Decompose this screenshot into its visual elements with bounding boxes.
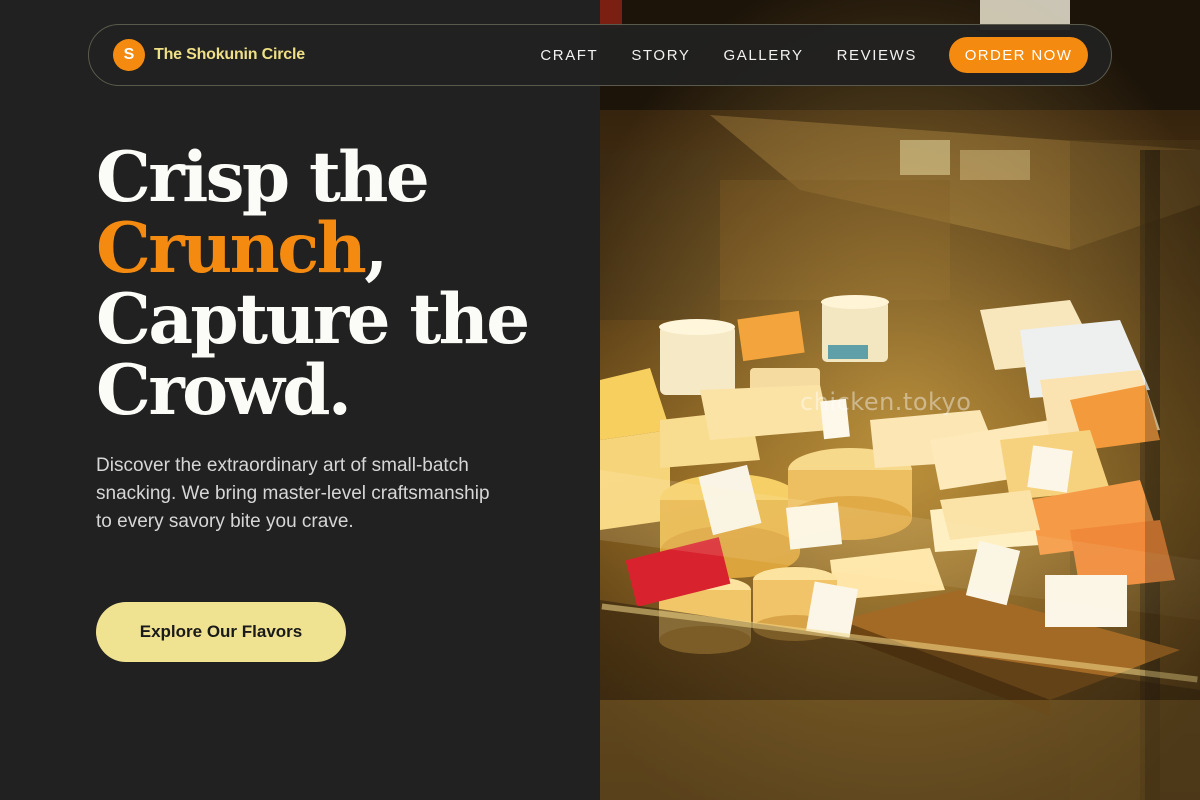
nav-link-gallery[interactable]: GALLERY	[723, 47, 803, 64]
headline-line-1: Crisp the	[96, 137, 430, 218]
nav-link-craft[interactable]: CRAFT	[540, 47, 598, 64]
order-now-button[interactable]: ORDER NOW	[949, 37, 1088, 73]
hero-headline: Crisp the Crunch, Capture the Crowd.	[96, 137, 530, 431]
headline-comma: ,	[364, 208, 388, 289]
headline-line-4: Crowd.	[96, 350, 352, 431]
headline-line-3: Capture the	[96, 279, 530, 360]
nav-links: CRAFT STORY GALLERY REVIEWS ORDER NOW	[540, 37, 1088, 73]
nav-link-reviews[interactable]: REVIEWS	[837, 47, 917, 64]
headline-line-2: Crunch,	[96, 213, 528, 284]
explore-flavors-button[interactable]: Explore Our Flavors	[96, 602, 346, 662]
top-nav: S The Shokunin Circle CRAFT STORY GALLER…	[88, 24, 1112, 86]
brand-name: The Shokunin Circle	[154, 46, 305, 63]
hero-subtext: Discover the extraordinary art of small-…	[96, 455, 490, 532]
watermark-text: chicken.tokyo	[800, 388, 972, 416]
brand[interactable]: S The Shokunin Circle	[113, 39, 305, 71]
headline-accent-word: Crunch	[96, 208, 367, 289]
nav-link-story[interactable]: STORY	[631, 47, 690, 64]
brand-logo-icon: S	[113, 39, 145, 71]
hero-photo: chicken.tokyo	[600, 0, 1200, 800]
